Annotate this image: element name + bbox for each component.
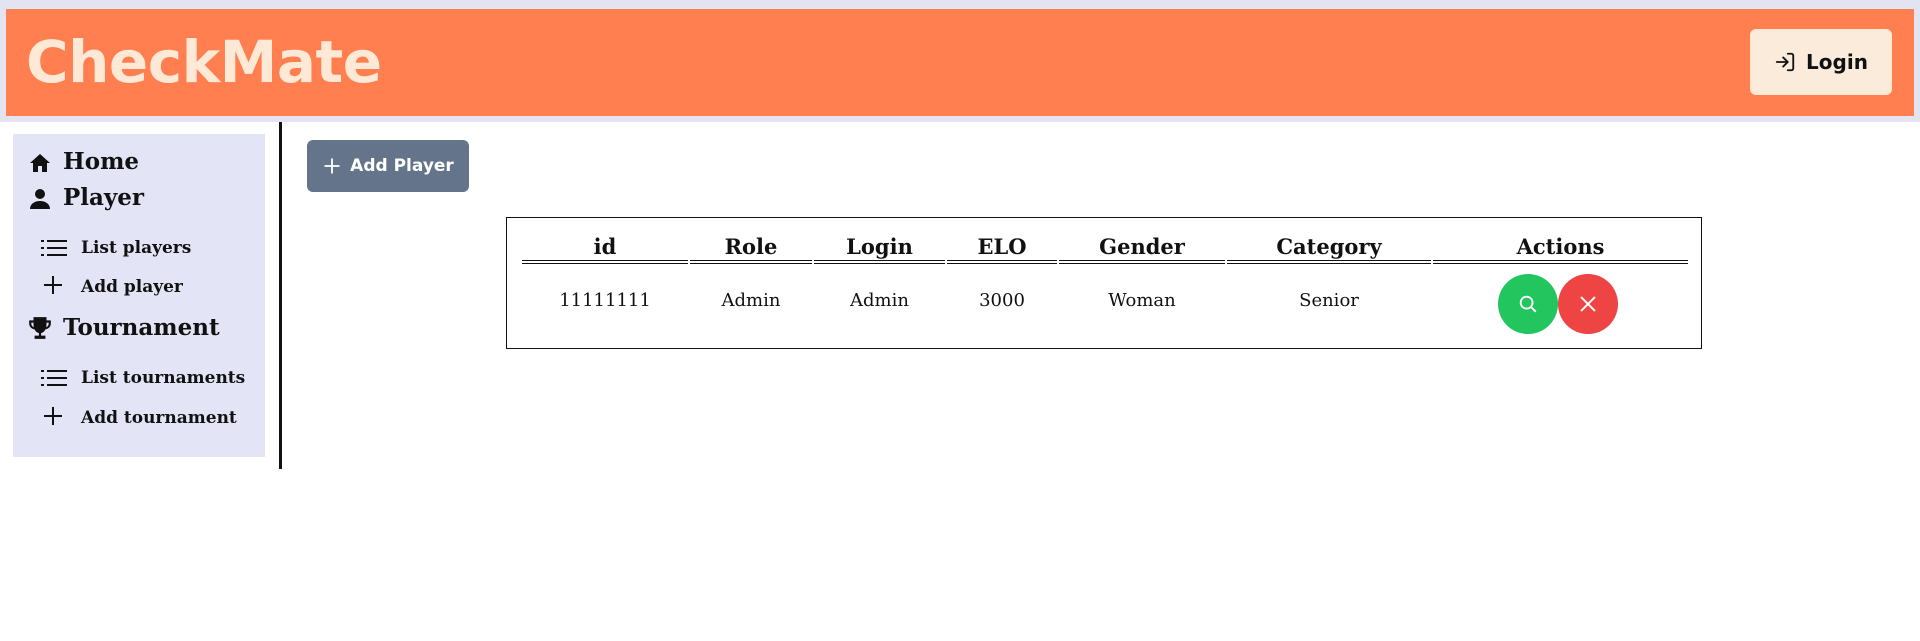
plus-icon — [44, 407, 62, 425]
search-icon — [1519, 295, 1537, 313]
cell-role: Admin — [721, 290, 781, 311]
sidebar-item-add-tournament[interactable]: Add tournament — [41, 404, 237, 428]
plus-icon — [324, 158, 340, 174]
sidebar-item-list-players-label: List players — [81, 238, 192, 258]
add-player-button[interactable]: Add Player — [307, 140, 469, 192]
sidebar-item-list-tournaments[interactable]: List tournaments — [41, 368, 245, 388]
brand-logo-text[interactable]: CheckMate — [26, 29, 382, 95]
cell-category: Senior — [1299, 290, 1359, 311]
sidebar: Home Player List players Add player Tour… — [13, 134, 265, 457]
column-header-id: id — [522, 234, 688, 264]
column-header-login: Login — [814, 234, 945, 264]
home-icon — [30, 154, 50, 172]
column-header-gender: Gender — [1059, 234, 1225, 264]
sidebar-item-add-player-label: Add player — [81, 277, 183, 297]
cell-login: Admin — [850, 290, 909, 311]
sidebar-item-player[interactable]: Player — [27, 184, 144, 211]
sidebar-item-home[interactable]: Home — [27, 148, 139, 175]
sidebar-item-list-players[interactable]: List players — [41, 238, 191, 258]
add-player-button-label: Add Player — [350, 156, 454, 176]
column-header-elo: ELO — [947, 234, 1057, 264]
cell-gender: Woman — [1108, 290, 1176, 311]
column-header-role: Role — [690, 234, 812, 264]
sidebar-item-player-label: Player — [63, 184, 145, 211]
user-icon — [30, 189, 50, 209]
sidebar-item-list-tournaments-label: List tournaments — [81, 368, 246, 388]
header-bar: CheckMate Login — [6, 9, 1914, 116]
login-arrow-icon — [1775, 52, 1795, 72]
column-header-category: Category — [1227, 234, 1431, 264]
cell-id: 11111111 — [559, 290, 651, 311]
column-header-actions: Actions — [1433, 234, 1688, 264]
sidebar-divider — [279, 122, 282, 469]
login-label: Login — [1806, 50, 1868, 74]
trophy-icon — [29, 317, 51, 339]
list-icon — [41, 240, 67, 256]
delete-player-button[interactable] — [1558, 274, 1618, 334]
sidebar-item-tournament-label: Tournament — [63, 314, 220, 341]
close-icon — [1580, 296, 1596, 312]
sidebar-item-add-player[interactable]: Add player — [41, 273, 183, 297]
app-header: CheckMate Login — [0, 6, 1920, 122]
sidebar-item-tournament[interactable]: Tournament — [27, 314, 220, 341]
plus-icon — [44, 276, 62, 294]
cell-elo: 3000 — [979, 290, 1025, 311]
players-table: id Role Login ELO Gender Category Action… — [506, 217, 1702, 349]
sidebar-item-add-tournament-label: Add tournament — [81, 408, 237, 428]
sidebar-item-home-label: Home — [63, 148, 140, 175]
login-button[interactable]: Login — [1750, 29, 1892, 95]
view-player-button[interactable] — [1498, 274, 1558, 334]
list-icon — [41, 370, 67, 386]
